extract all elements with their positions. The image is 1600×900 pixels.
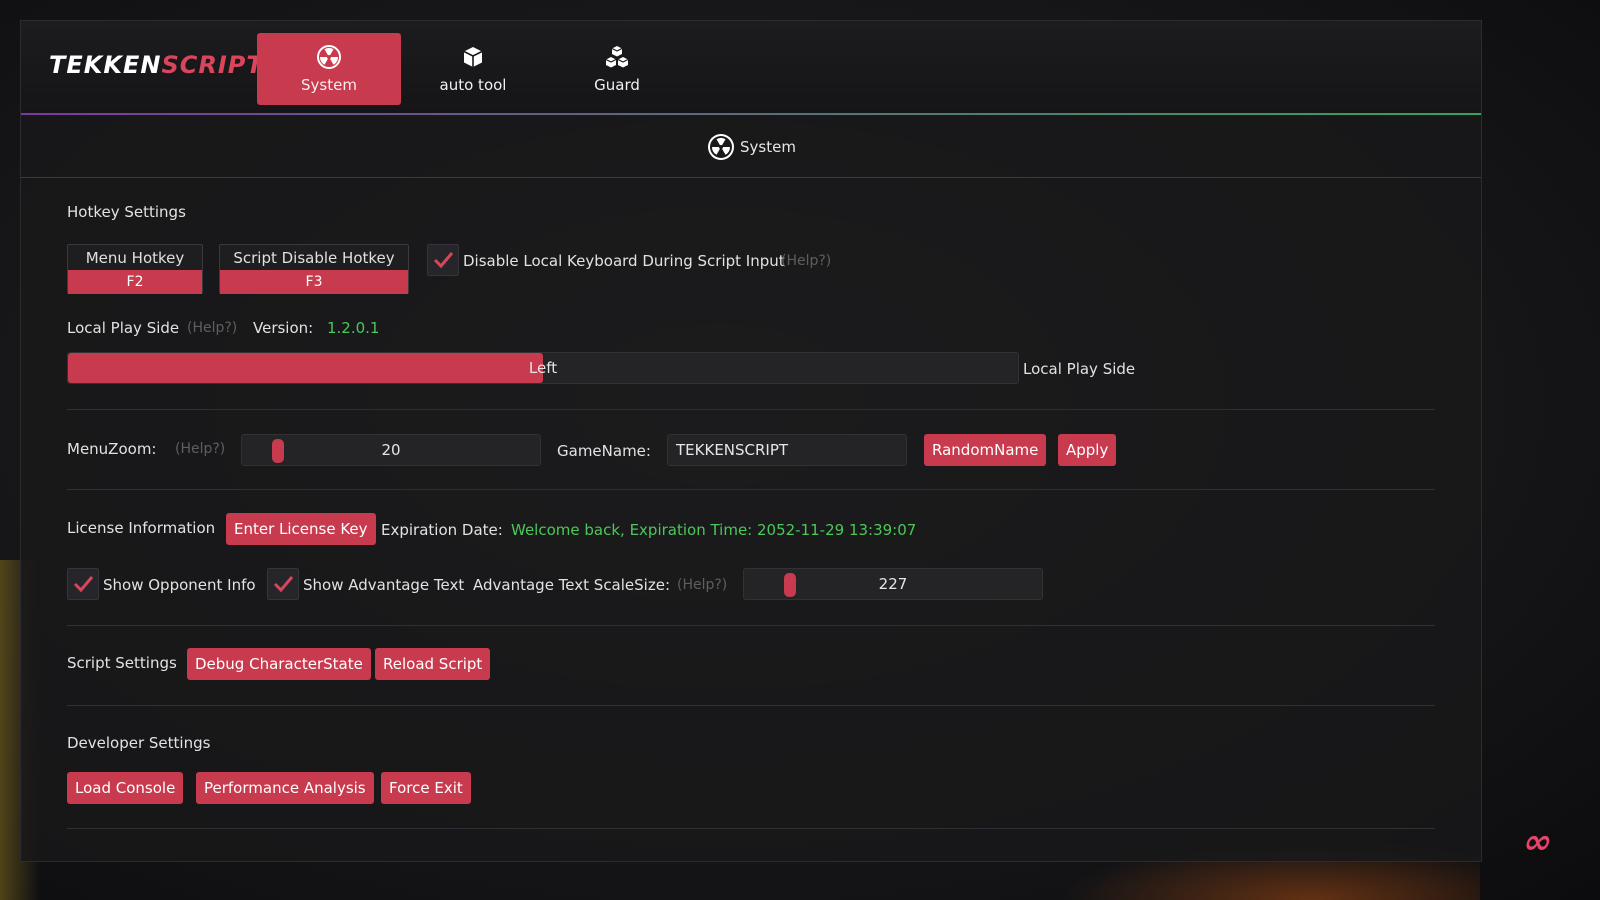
- disable-keyboard-checkbox[interactable]: [427, 244, 459, 276]
- divider: [67, 828, 1435, 829]
- local-play-side-help[interactable]: (Help?): [187, 320, 237, 336]
- script-settings-label: Script Settings: [67, 654, 177, 672]
- menu-zoom-value: 20: [381, 441, 401, 459]
- advantage-scale-help[interactable]: (Help?): [677, 577, 727, 593]
- force-exit-button[interactable]: Force Exit: [381, 772, 471, 804]
- tab-system[interactable]: System: [257, 33, 401, 105]
- top-navigation-bar: TEKKENSCRIPT System auto tool Guard: [21, 21, 1481, 116]
- expiration-date-label: Expiration Date:: [381, 521, 503, 539]
- disable-keyboard-help[interactable]: (Help?): [781, 253, 831, 269]
- cubes-icon: [605, 46, 629, 68]
- section-header-title: System: [740, 137, 796, 156]
- load-console-button[interactable]: Load Console: [67, 772, 184, 804]
- main-panel: TEKKENSCRIPT System auto tool Guard Syst…: [20, 20, 1482, 862]
- checkmark-icon: [273, 576, 294, 593]
- show-opponent-info-label: Show Opponent Info: [103, 576, 256, 594]
- apply-button[interactable]: Apply: [1058, 434, 1117, 466]
- divider: [67, 625, 1435, 626]
- version-value: 1.2.0.1: [327, 319, 380, 337]
- show-advantage-text-label: Show Advantage Text: [303, 576, 465, 594]
- brand-logo-part1: TEKKEN: [49, 51, 162, 79]
- menu-hotkey-value[interactable]: F2: [68, 270, 202, 294]
- game-name-label: GameName:: [557, 442, 651, 460]
- enter-license-key-button[interactable]: Enter License Key: [226, 513, 376, 545]
- section-header: System: [21, 116, 1481, 178]
- menu-zoom-help[interactable]: (Help?): [175, 441, 225, 457]
- advantage-scale-label: Advantage Text ScaleSize:: [473, 576, 670, 594]
- reload-script-button[interactable]: Reload Script: [375, 648, 491, 680]
- cube-icon: [463, 47, 483, 67]
- disable-keyboard-label: Disable Local Keyboard During Script Inp…: [463, 252, 785, 270]
- brand-logo-part2: SCRIPT: [161, 51, 264, 79]
- local-play-side-bar[interactable]: Left: [67, 352, 1019, 384]
- divider: [67, 489, 1435, 490]
- debug-character-state-button[interactable]: Debug CharacterState: [187, 648, 371, 680]
- divider: [67, 705, 1435, 706]
- developer-settings-label: Developer Settings: [67, 734, 211, 752]
- menu-zoom-slider-handle[interactable]: [272, 439, 284, 463]
- menu-zoom-label: MenuZoom:: [67, 440, 157, 458]
- script-disable-hotkey[interactable]: Script Disable Hotkey F3: [219, 244, 409, 294]
- show-advantage-text-checkbox[interactable]: [267, 568, 299, 600]
- tab-system-label: System: [301, 76, 357, 94]
- menu-zoom-slider[interactable]: 20: [241, 434, 541, 466]
- tab-guard-label: Guard: [594, 76, 640, 94]
- tab-auto-tool[interactable]: auto tool: [401, 33, 545, 105]
- game-name-input[interactable]: TEKKENSCRIPT: [667, 434, 907, 466]
- version-label: Version:: [253, 319, 314, 337]
- hotkey-settings-title: Hotkey Settings: [67, 203, 186, 221]
- advantage-scale-slider[interactable]: 227: [743, 568, 1043, 600]
- brand-logo: TEKKENSCRIPT: [49, 51, 264, 79]
- radiation-icon: [317, 45, 341, 69]
- script-disable-hotkey-label: Script Disable Hotkey: [233, 248, 395, 267]
- local-play-side-label: Local Play Side: [67, 319, 180, 337]
- advantage-scale-slider-handle[interactable]: [784, 573, 796, 597]
- divider: [67, 409, 1435, 410]
- random-name-button[interactable]: RandomName: [924, 434, 1047, 466]
- show-opponent-info-checkbox[interactable]: [67, 568, 99, 600]
- corner-logo-icon: ∞: [1518, 822, 1558, 862]
- expiration-date-value: Welcome back, Expiration Time: 2052-11-2…: [511, 521, 917, 539]
- license-info-label: License Information: [67, 519, 216, 537]
- checkmark-icon: [73, 576, 94, 593]
- menu-hotkey-label: Menu Hotkey: [85, 248, 185, 267]
- menu-hotkey[interactable]: Menu Hotkey F2: [67, 244, 203, 294]
- checkmark-icon: [433, 252, 454, 269]
- local-play-side-value: Left: [528, 359, 558, 377]
- advantage-scale-value: 227: [878, 575, 908, 593]
- radiation-icon: [708, 133, 735, 160]
- performance-analysis-button[interactable]: Performance Analysis: [196, 772, 374, 804]
- local-play-side-trailing-label: Local Play Side: [1023, 360, 1136, 378]
- tab-guard[interactable]: Guard: [545, 33, 689, 105]
- script-disable-hotkey-value[interactable]: F3: [220, 270, 408, 294]
- tab-auto-tool-label: auto tool: [439, 76, 507, 94]
